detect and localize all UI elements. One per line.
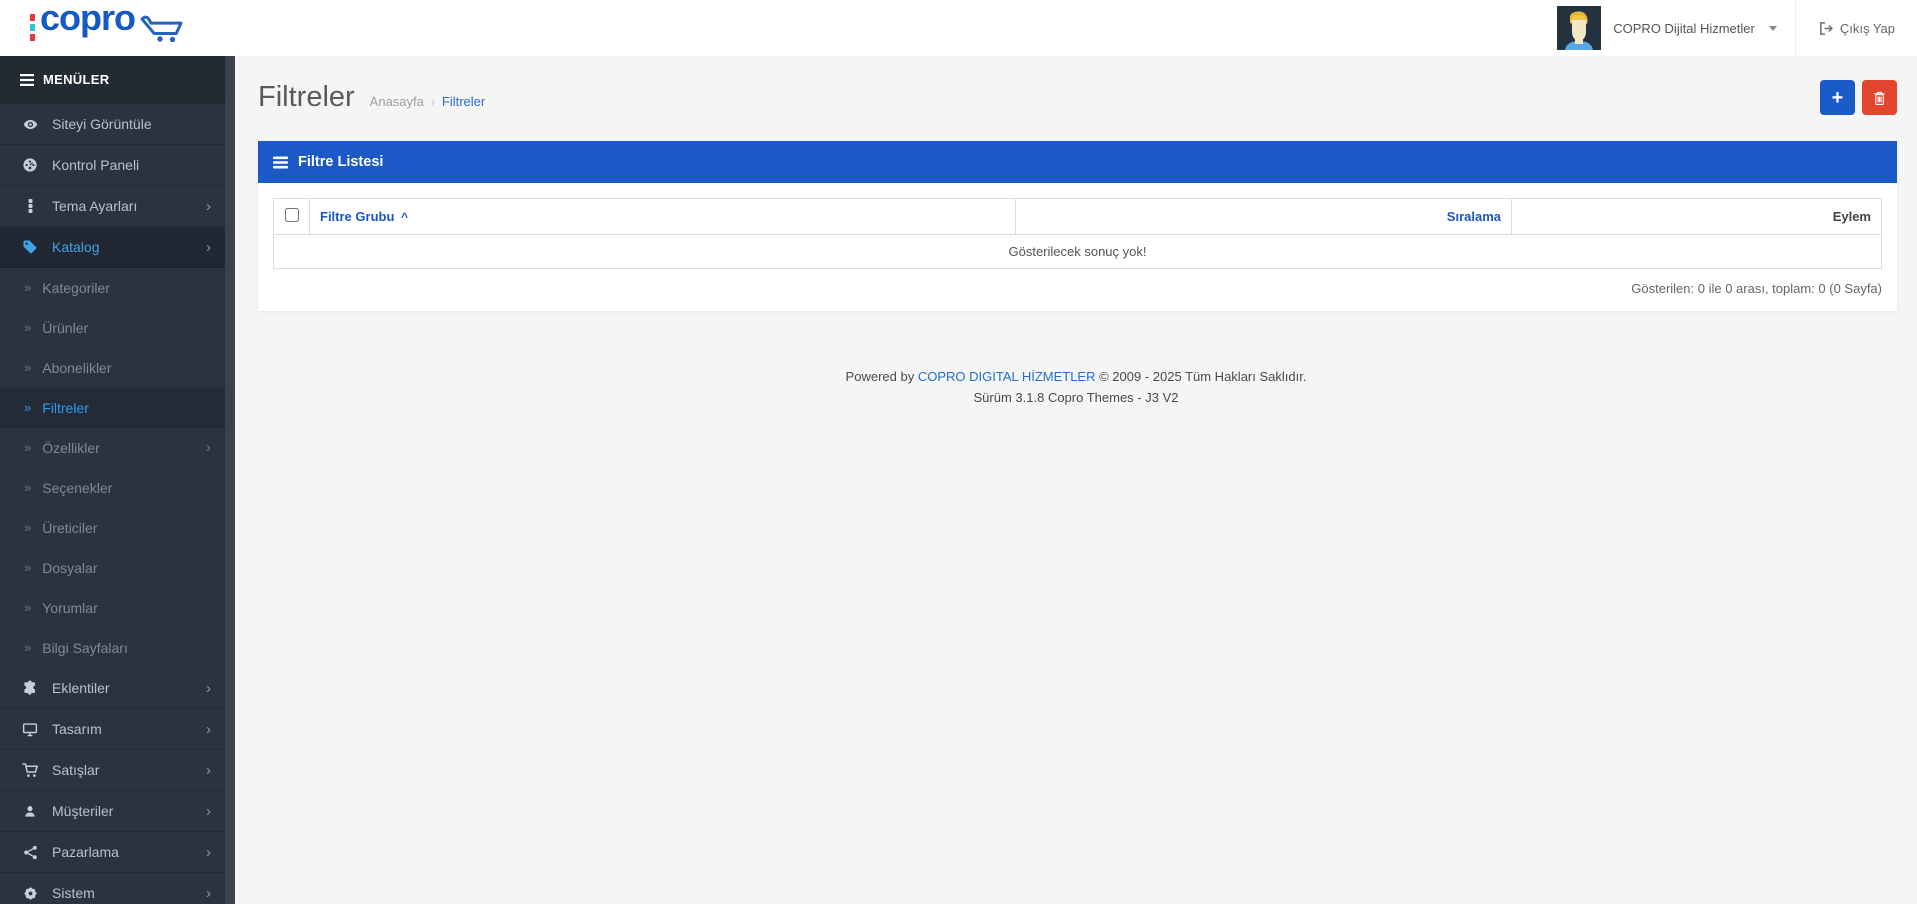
double-angle-icon: » bbox=[24, 560, 32, 575]
double-angle-icon: » bbox=[24, 440, 32, 455]
sidebar-item-musteriler[interactable]: Müşteriler › bbox=[0, 791, 225, 832]
table-header-row: Filtre Grubu ^ Sıralama Eylem bbox=[273, 198, 1882, 235]
chevron-right-icon: › bbox=[206, 439, 211, 456]
logo-dashes-icon bbox=[30, 13, 35, 41]
double-angle-icon: » bbox=[24, 480, 32, 495]
double-angle-icon: » bbox=[24, 640, 32, 655]
sidebar-item-ozellikler[interactable]: » Özellikler › bbox=[0, 428, 225, 468]
sort-filtre-grubu-link[interactable]: Filtre Grubu bbox=[320, 209, 394, 224]
trash-icon bbox=[1874, 91, 1885, 105]
empty-row: Gösterilecek sonuç yok! bbox=[273, 234, 1882, 269]
sidebar-item-yorumlar[interactable]: » Yorumlar bbox=[0, 588, 225, 628]
tags-icon bbox=[21, 239, 39, 255]
delete-button[interactable] bbox=[1862, 80, 1897, 115]
cart-icon bbox=[21, 762, 39, 778]
monitor-icon bbox=[21, 722, 39, 737]
chevron-right-icon: › bbox=[206, 802, 211, 820]
sidebar-item-tema-ayarlari[interactable]: Tema Ayarları › bbox=[0, 186, 225, 227]
chevron-right-icon: › bbox=[206, 197, 211, 215]
logo-text: copro bbox=[40, 0, 136, 38]
chevron-right-icon: › bbox=[206, 679, 211, 697]
sidebar-item-filtreler[interactable]: » Filtreler bbox=[0, 388, 225, 428]
empty-message: Gösterilecek sonuç yok! bbox=[273, 234, 1882, 269]
chevron-right-icon: › bbox=[206, 884, 211, 902]
pagination-summary: Gösterilen: 0 ile 0 arası, toplam: 0 (0 … bbox=[1631, 281, 1882, 296]
panel-title: Filtre Listesi bbox=[298, 154, 384, 170]
sidebar-item-bilgi-sayfalari[interactable]: » Bilgi Sayfaları bbox=[0, 628, 225, 668]
user-icon bbox=[21, 804, 39, 819]
brand-logo[interactable]: copro bbox=[30, 0, 185, 54]
logout-label: Çıkış Yap bbox=[1839, 20, 1895, 36]
double-angle-icon: » bbox=[24, 320, 32, 335]
logout-button[interactable]: Çıkış Yap bbox=[1796, 0, 1917, 56]
dashboard-icon bbox=[21, 157, 39, 173]
caret-down-icon bbox=[1768, 25, 1777, 31]
main-content: Filtreler Anasayfa › Filtreler + Filtre … bbox=[235, 56, 1917, 904]
logo-stripes bbox=[40, 36, 135, 54]
breadcrumb-home[interactable]: Anasayfa bbox=[370, 94, 424, 109]
add-button[interactable]: + bbox=[1820, 80, 1855, 115]
page-header: Filtreler Anasayfa › Filtreler + bbox=[235, 56, 1917, 141]
avatar bbox=[1557, 6, 1602, 50]
cart-logo-icon bbox=[139, 10, 185, 42]
double-angle-icon: » bbox=[24, 280, 32, 295]
column-eylem: Eylem bbox=[1511, 198, 1882, 235]
double-angle-icon: » bbox=[24, 400, 32, 415]
hamburger-icon bbox=[20, 73, 34, 86]
sidebar-item-abonelikler[interactable]: » Abonelikler bbox=[0, 348, 225, 388]
sidebar-item-sistem[interactable]: Sistem › bbox=[0, 873, 225, 904]
filter-list-panel: Filtre Listesi Filtre Grubu ^ Sıralama E… bbox=[258, 141, 1897, 311]
chevron-right-icon: › bbox=[206, 238, 211, 256]
footer: Powered by COPRO DIGITAL HİZMETLER © 200… bbox=[235, 367, 1917, 409]
gear-icon bbox=[21, 886, 39, 901]
sidebar-item-satislar[interactable]: Satışlar › bbox=[0, 750, 225, 791]
double-angle-icon: » bbox=[24, 360, 32, 375]
eye-icon bbox=[21, 117, 39, 132]
footer-version: Sürüm 3.1.8 Copro Themes - J3 V2 bbox=[973, 389, 1179, 405]
page-title: Filtreler bbox=[258, 81, 355, 113]
sidebar-item-urunler[interactable]: » Ürünler bbox=[0, 308, 225, 348]
sidebar-item-ureticiler[interactable]: » Üreticiler bbox=[0, 508, 225, 548]
user-dropdown[interactable]: COPRO Dijital Hizmetler bbox=[1539, 0, 1795, 56]
sign-out-icon bbox=[1819, 21, 1833, 35]
breadcrumb-separator-icon: › bbox=[430, 94, 435, 109]
sidebar-item-siteyi-goruntule[interactable]: Siteyi Görüntüle bbox=[0, 104, 225, 145]
sidebar-item-kontrol-paneli[interactable]: Kontrol Paneli bbox=[0, 145, 225, 186]
caret-up-icon: ^ bbox=[401, 210, 409, 224]
list-icon bbox=[273, 156, 288, 168]
menu-header: MENÜLER bbox=[0, 56, 225, 104]
chevron-right-icon: › bbox=[206, 761, 211, 779]
footer-company-link[interactable]: COPRO DIGITAL HİZMETLER bbox=[918, 369, 1096, 384]
panel-heading: Filtre Listesi bbox=[258, 141, 1897, 183]
sidebar-item-pazarlama[interactable]: Pazarlama › bbox=[0, 832, 225, 873]
share-icon bbox=[21, 845, 39, 860]
sidebar-item-kategoriler[interactable]: » Kategoriler bbox=[0, 268, 225, 308]
double-angle-icon: » bbox=[24, 520, 32, 535]
user-name: COPRO Dijital Hizmetler bbox=[1613, 20, 1755, 36]
sidebar-menu: Siteyi Görüntüle Kontrol Paneli Tema Aya… bbox=[0, 104, 225, 904]
select-all-checkbox[interactable] bbox=[284, 208, 299, 222]
footer-copyright: Powered by COPRO DIGITAL HİZMETLER © 200… bbox=[845, 369, 1307, 384]
sort-siralama-link[interactable]: Sıralama bbox=[1447, 209, 1501, 224]
sidebar-item-eklentiler[interactable]: Eklentiler › bbox=[0, 668, 225, 709]
breadcrumb-current[interactable]: Filtreler bbox=[442, 94, 485, 109]
double-angle-icon: » bbox=[24, 600, 32, 615]
chevron-right-icon: › bbox=[206, 843, 211, 861]
sidebar-item-dosyalar[interactable]: » Dosyalar bbox=[0, 548, 225, 588]
sidebar: MENÜLER Siteyi Görüntüle Kontrol Paneli … bbox=[0, 56, 235, 904]
sidebar-item-secenekler[interactable]: » Seçenekler bbox=[0, 468, 225, 508]
top-header: copro COPRO Dijital Hizmetler Çıkış Yap bbox=[0, 0, 1917, 56]
sidebar-item-katalog[interactable]: Katalog › bbox=[0, 227, 225, 268]
ellipsis-v-icon bbox=[21, 198, 39, 214]
sidebar-scrollbar[interactable] bbox=[225, 56, 235, 904]
sidebar-item-tasarim[interactable]: Tasarım › bbox=[0, 709, 225, 750]
plus-icon: + bbox=[1831, 86, 1844, 109]
breadcrumb: Anasayfa › Filtreler bbox=[370, 94, 486, 109]
filter-table: Filtre Grubu ^ Sıralama Eylem Gösterilec… bbox=[273, 198, 1882, 269]
puzzle-icon bbox=[21, 680, 39, 696]
chevron-right-icon: › bbox=[206, 720, 211, 738]
